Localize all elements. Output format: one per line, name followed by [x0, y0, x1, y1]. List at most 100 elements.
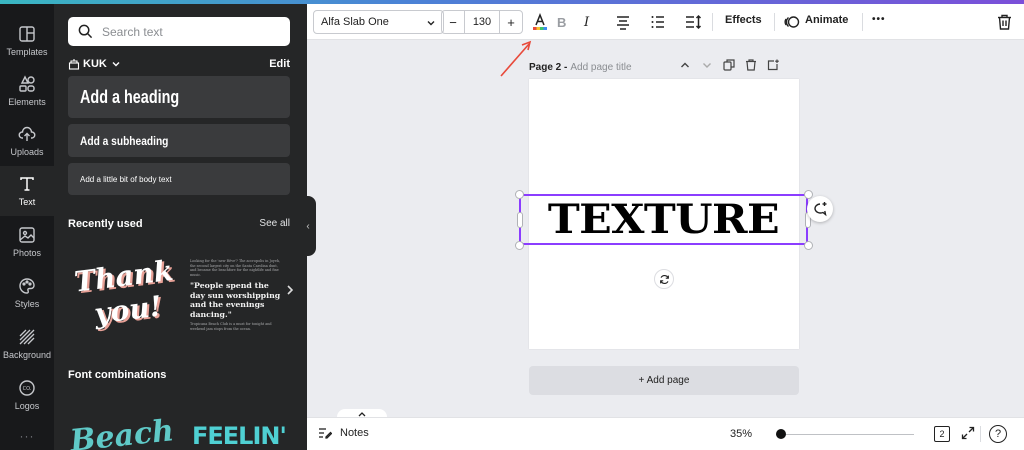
- rail-label: Logos: [14, 401, 40, 411]
- editor-toolbar: Alfa Slab One − 130 + B I Effects Animat…: [307, 4, 1024, 40]
- zoom-slider-track[interactable]: [776, 434, 914, 435]
- toolbar-divider: [862, 13, 863, 31]
- feelin-text: FEELIN': [192, 422, 286, 450]
- add-subheading-button[interactable]: Add a subheading: [68, 124, 290, 157]
- delete-page-icon[interactable]: [745, 59, 757, 71]
- people-quote-template[interactable]: Looking for the 'new Rêve'? The accropol…: [190, 259, 284, 331]
- notes-button[interactable]: Notes: [318, 427, 369, 439]
- people-intro-text: Looking for the 'new Rêve'? The accropol…: [190, 259, 281, 277]
- background-hatch-icon: [19, 329, 35, 345]
- add-page-button[interactable]: + Add page: [529, 366, 799, 395]
- rail-item-text[interactable]: Text: [0, 166, 54, 216]
- left-rail: Templates Elements Uploads Text Photos S…: [0, 4, 54, 450]
- add-heading-button[interactable]: Add a heading: [68, 76, 290, 118]
- panel-collapse-handle[interactable]: ‹: [300, 196, 316, 256]
- brand-kit-edit-link[interactable]: Edit: [269, 58, 290, 70]
- rail-item-photos[interactable]: Photos: [0, 217, 54, 267]
- beach-text: Beach: [68, 413, 176, 450]
- font-size-increase-button[interactable]: +: [500, 11, 522, 33]
- list-button[interactable]: [650, 13, 666, 31]
- page-count-button[interactable]: 2: [934, 426, 950, 442]
- font-size-value[interactable]: 130: [464, 11, 500, 33]
- recently-used-title: Recently used: [68, 218, 143, 230]
- rail-item-logos[interactable]: CO. Logos: [0, 370, 54, 420]
- see-all-link[interactable]: See all: [259, 218, 290, 229]
- bold-button[interactable]: B: [557, 13, 566, 31]
- more-options-button[interactable]: •••: [872, 14, 886, 25]
- resize-handle-bottom-left[interactable]: [515, 241, 524, 250]
- search-icon: [78, 24, 93, 39]
- rail-item-styles[interactable]: Styles: [0, 268, 54, 318]
- help-button[interactable]: ?: [989, 425, 1007, 443]
- chevron-right-icon[interactable]: [284, 284, 296, 296]
- zoom-value[interactable]: 35%: [730, 428, 752, 440]
- rotate-handle[interactable]: [654, 269, 674, 289]
- notes-icon: [319, 428, 332, 439]
- delete-button[interactable]: [997, 13, 1012, 31]
- resize-handle-bottom-right[interactable]: [804, 241, 813, 250]
- comment-add-icon: [814, 202, 827, 217]
- font-family-value: Alfa Slab One: [321, 16, 389, 28]
- font-family-select[interactable]: Alfa Slab One: [313, 10, 444, 34]
- search-box[interactable]: [68, 17, 290, 46]
- chevron-down-icon[interactable]: [701, 59, 713, 71]
- page-title-input[interactable]: Add page title: [570, 62, 631, 73]
- chevron-up-icon[interactable]: [679, 59, 691, 71]
- fullscreen-button[interactable]: [961, 426, 975, 445]
- add-subheading-label: Add a subheading: [80, 133, 169, 148]
- search-input[interactable]: [102, 24, 282, 39]
- add-comment-button[interactable]: [807, 196, 833, 222]
- rail-label: Elements: [8, 97, 46, 107]
- elements-icon: [19, 75, 35, 92]
- rail-item-uploads[interactable]: Uploads: [0, 116, 54, 166]
- text-icon: [20, 177, 34, 191]
- rail-item-background[interactable]: Background: [0, 319, 54, 369]
- rail-item-elements[interactable]: Elements: [0, 66, 54, 116]
- rail-more[interactable]: ···: [0, 429, 54, 443]
- add-body-text-button[interactable]: Add a little bit of body text: [68, 163, 290, 195]
- rail-label: Photos: [12, 248, 42, 258]
- templates-icon: [19, 26, 35, 42]
- people-outro-text: Tropicana Beach Club is a must for tonig…: [190, 322, 272, 331]
- zoom-slider-knob[interactable]: [776, 429, 786, 439]
- font-size-stepper: − 130 +: [441, 10, 523, 34]
- beach-template[interactable]: Beach: [68, 406, 178, 450]
- line-spacing-icon: [686, 14, 702, 30]
- add-page-icon[interactable]: [767, 59, 779, 71]
- italic-button[interactable]: I: [584, 13, 589, 31]
- animate-button[interactable]: Animate: [805, 14, 848, 26]
- align-center-button[interactable]: [615, 13, 631, 31]
- resize-handle-top-left[interactable]: [515, 190, 524, 199]
- svg-text:CO.: CO.: [23, 386, 32, 392]
- chevron-left-icon: ‹: [306, 220, 310, 232]
- cloud-upload-icon: [18, 126, 36, 141]
- chevron-down-icon: [112, 62, 120, 67]
- duplicate-page-icon[interactable]: [723, 59, 735, 71]
- rail-label: Text: [18, 197, 36, 207]
- brand-kit-row: KUK Edit: [68, 56, 290, 72]
- selection-box: [519, 194, 808, 245]
- animate-icon: [784, 13, 800, 31]
- feelin-template[interactable]: FEELIN': [190, 406, 290, 450]
- add-heading-label: Add a heading: [80, 86, 180, 107]
- page-tools: [679, 59, 779, 71]
- chevron-up-icon: [358, 411, 366, 416]
- effects-button[interactable]: Effects: [725, 14, 762, 26]
- rail-label: Uploads: [10, 147, 44, 157]
- brand-kit-name: KUK: [83, 58, 107, 70]
- rail-item-templates[interactable]: Templates: [0, 16, 54, 66]
- chevron-down-icon: [427, 21, 435, 26]
- spacing-button[interactable]: [685, 13, 702, 31]
- brand-kit-selector[interactable]: KUK: [68, 58, 122, 70]
- rail-label: Background: [2, 350, 52, 360]
- resize-handle-left[interactable]: [517, 212, 523, 228]
- text-color-button[interactable]: [531, 13, 549, 31]
- palette-icon: [19, 278, 35, 294]
- text-panel: KUK Edit Add a heading Add a subheading …: [54, 4, 307, 450]
- page-label: Page 2 -: [529, 61, 568, 73]
- brand-kit-icon: [68, 59, 80, 70]
- thank-you-template[interactable]: Thank Thank you! you!: [68, 250, 176, 334]
- toolbar-divider: [712, 13, 713, 31]
- add-body-label: Add a little bit of body text: [80, 174, 172, 184]
- font-size-decrease-button[interactable]: −: [442, 11, 464, 33]
